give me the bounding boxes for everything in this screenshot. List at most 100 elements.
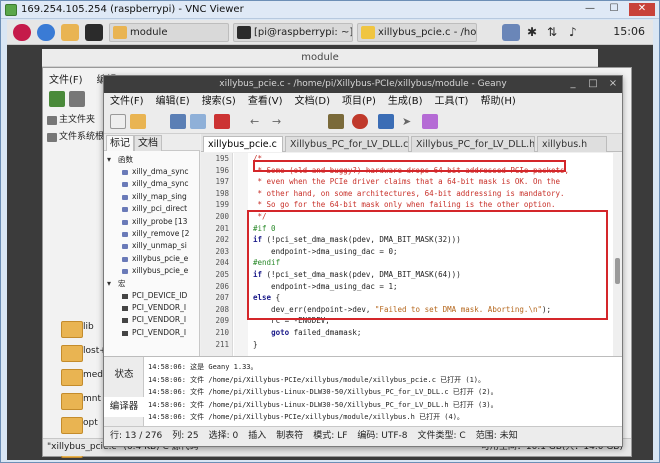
save-all-icon[interactable] [190,114,206,129]
status-message: 14:58:06: 文件 /home/pi/Xillybus-PCIe/xill… [148,375,486,384]
filemanager-title-bar: module [42,49,598,67]
highlight-box-code [247,210,608,320]
symbol-item[interactable]: xillybus_pcie_e [106,253,196,265]
close-button[interactable]: × [608,79,618,89]
color-chooser-icon[interactable] [422,114,438,129]
symbol-item[interactable]: xilly_unmap_si [106,240,196,252]
sidebar-item-home[interactable]: 主文件夹 [45,112,103,129]
redo-icon[interactable]: → [272,115,281,129]
folder-icon[interactable] [61,24,79,41]
code-line[interactable]: } [253,340,258,349]
menu-edit[interactable]: 编辑(E) [156,93,190,110]
symbol-item[interactable]: xilly_remove [2 [106,228,196,240]
symbol-group-macros[interactable]: 宏 [106,278,196,290]
symbol-item[interactable]: PCI_DEVICE_ID [106,290,196,302]
menu-view[interactable]: 查看(V) [248,93,283,110]
maximize-button[interactable]: ☐ [605,3,623,16]
line-number: 211 [215,339,229,349]
minimize-button[interactable]: — [581,3,599,16]
code-line[interactable]: * other hand, on some architectures, 64-… [253,189,565,198]
raspberry-icon[interactable] [13,24,31,41]
close-button[interactable]: ✕ [629,3,655,16]
task-geany[interactable]: xillybus_pcie.c - /hom... [357,23,477,42]
menu-file[interactable]: 文件(F) [110,93,144,110]
symbol-group-functions[interactable]: 函数 [106,154,196,166]
forward-icon[interactable] [69,91,85,107]
symbol-item[interactable]: xilly_dma_sync [106,178,196,190]
symbol-item[interactable]: PCI_VENDOR_I [106,302,196,314]
code-editor[interactable]: 195/* 196 * Some (old and buggy?) hardwar… [201,153,622,356]
menu-build[interactable]: 生成(B) [388,93,423,110]
task-terminal[interactable]: [pi@raspberrypi: ~] [233,23,353,42]
folder-item[interactable]: mnt [57,390,101,414]
symbol-item[interactable]: xilly_probe [13 [106,216,196,228]
highlight-box-comment [253,160,566,172]
document-tabs: xillybus_pcie.c Xillybus_PC_for_LV_DLL.c… [201,134,622,152]
rpi-taskbar: module [pi@raspberrypi: ~] xillybus_pcie… [7,20,653,45]
save-icon[interactable] [170,114,186,129]
symbol-item[interactable]: xilly_pci_direct [106,203,196,215]
line-number: 197 [215,177,229,187]
status-indent: 制表符 [276,431,304,441]
folder-item[interactable]: lib [57,318,94,342]
symbol-tree: 函数 xilly_dma_sync xilly_dma_sync xilly_m… [106,154,196,339]
send-icon[interactable]: ➤ [402,115,411,129]
folder-item[interactable]: opt [57,414,98,438]
vnc-icon[interactable] [502,24,520,41]
close-file-icon[interactable] [214,114,230,129]
tab-status[interactable]: 状态 [104,365,144,385]
line-number: 204 [215,258,229,268]
symbol-item[interactable]: PCI_VENDOR_I [106,314,196,326]
status-message: 14:58:06: 文件 /home/pi/Xillybus-PCIe/xill… [148,413,464,421]
line-number: 209 [215,316,229,326]
symbol-item[interactable]: PCI_VENDOR_I [106,327,196,339]
remote-desktop[interactable]: module [pi@raspberrypi: ~] xillybus_pcie… [7,20,653,460]
fm-menu-file[interactable]: 文件(F) [49,71,83,86]
menu-project[interactable]: 项目(P) [342,93,376,110]
menu-search[interactable]: 搜索(S) [202,93,236,110]
code-line[interactable]: goto failed_dmamask; [253,328,361,337]
geany-window: xillybus_pcie.c - /home/pi/Xillybus-PCIe… [103,75,623,447]
menu-document[interactable]: 文档(D) [295,93,331,110]
compile-icon[interactable] [328,114,344,129]
line-number: 195 [215,154,229,163]
code-line[interactable]: * even when the PCIe driver claims that … [253,177,561,186]
keyword: goto [271,328,290,337]
back-icon[interactable] [49,91,65,107]
symbol-item[interactable]: xilly_map_sing [106,191,196,203]
build-icon[interactable] [352,114,368,129]
menu-help[interactable]: 帮助(H) [480,93,515,110]
tab-documents[interactable]: 文档 [134,135,162,151]
wifi-icon[interactable]: ⇅ [547,25,557,39]
code-line[interactable]: * So go for the 64-bit mask only when fa… [253,200,556,209]
fm-toolbar [45,88,105,110]
menu-tools[interactable]: 工具(T) [435,93,469,110]
tab-symbols[interactable]: 标记 [106,135,134,151]
status-message: 14:58:06: 文件 /home/pi/Xillybus-Linux-DLW… [148,388,498,396]
maximize-button[interactable]: □ [588,79,598,89]
bluetooth-icon[interactable]: ✱ [527,25,537,39]
tab-xillybus-h[interactable]: xillybus.h [537,136,607,152]
editor-scrollbar[interactable] [613,153,622,356]
terminal-icon[interactable] [85,24,103,41]
message-panel: 状态 编译器 14:58:06: 这是 Geany 1.33。 14:58:06… [104,356,622,427]
geany-menu-bar: 文件(F) 编辑(E) 搜索(S) 查看(V) 文档(D) 项目(P) 生成(B… [104,93,622,110]
open-file-icon[interactable] [130,114,146,129]
volume-icon[interactable]: ♪ [569,25,577,39]
execute-icon[interactable] [378,114,394,129]
undo-icon[interactable]: ← [250,115,259,129]
tab-dll-c[interactable]: Xillybus_PC_for_LV_DLL.c [285,136,409,152]
symbol-item[interactable]: xillybus_pcie_e [106,265,196,277]
status-column: 列: 25 [172,431,199,441]
tab-compiler[interactable]: 编译器 [104,397,144,417]
tab-dll-h[interactable]: Xillybus_PC_for_LV_DLL.h [411,136,535,152]
globe-icon[interactable] [37,24,55,41]
status-eol: 模式: LF [313,431,348,441]
symbol-item[interactable]: xilly_dma_sync [106,166,196,178]
minimize-button[interactable]: _ [568,79,578,89]
scroll-thumb[interactable] [615,258,620,284]
new-file-icon[interactable] [110,114,126,129]
sidebar-item-root[interactable]: 文件系统根 [45,129,104,146]
tab-xillybus-pcie-c[interactable]: xillybus_pcie.c [203,136,283,152]
task-module[interactable]: module [109,23,229,42]
